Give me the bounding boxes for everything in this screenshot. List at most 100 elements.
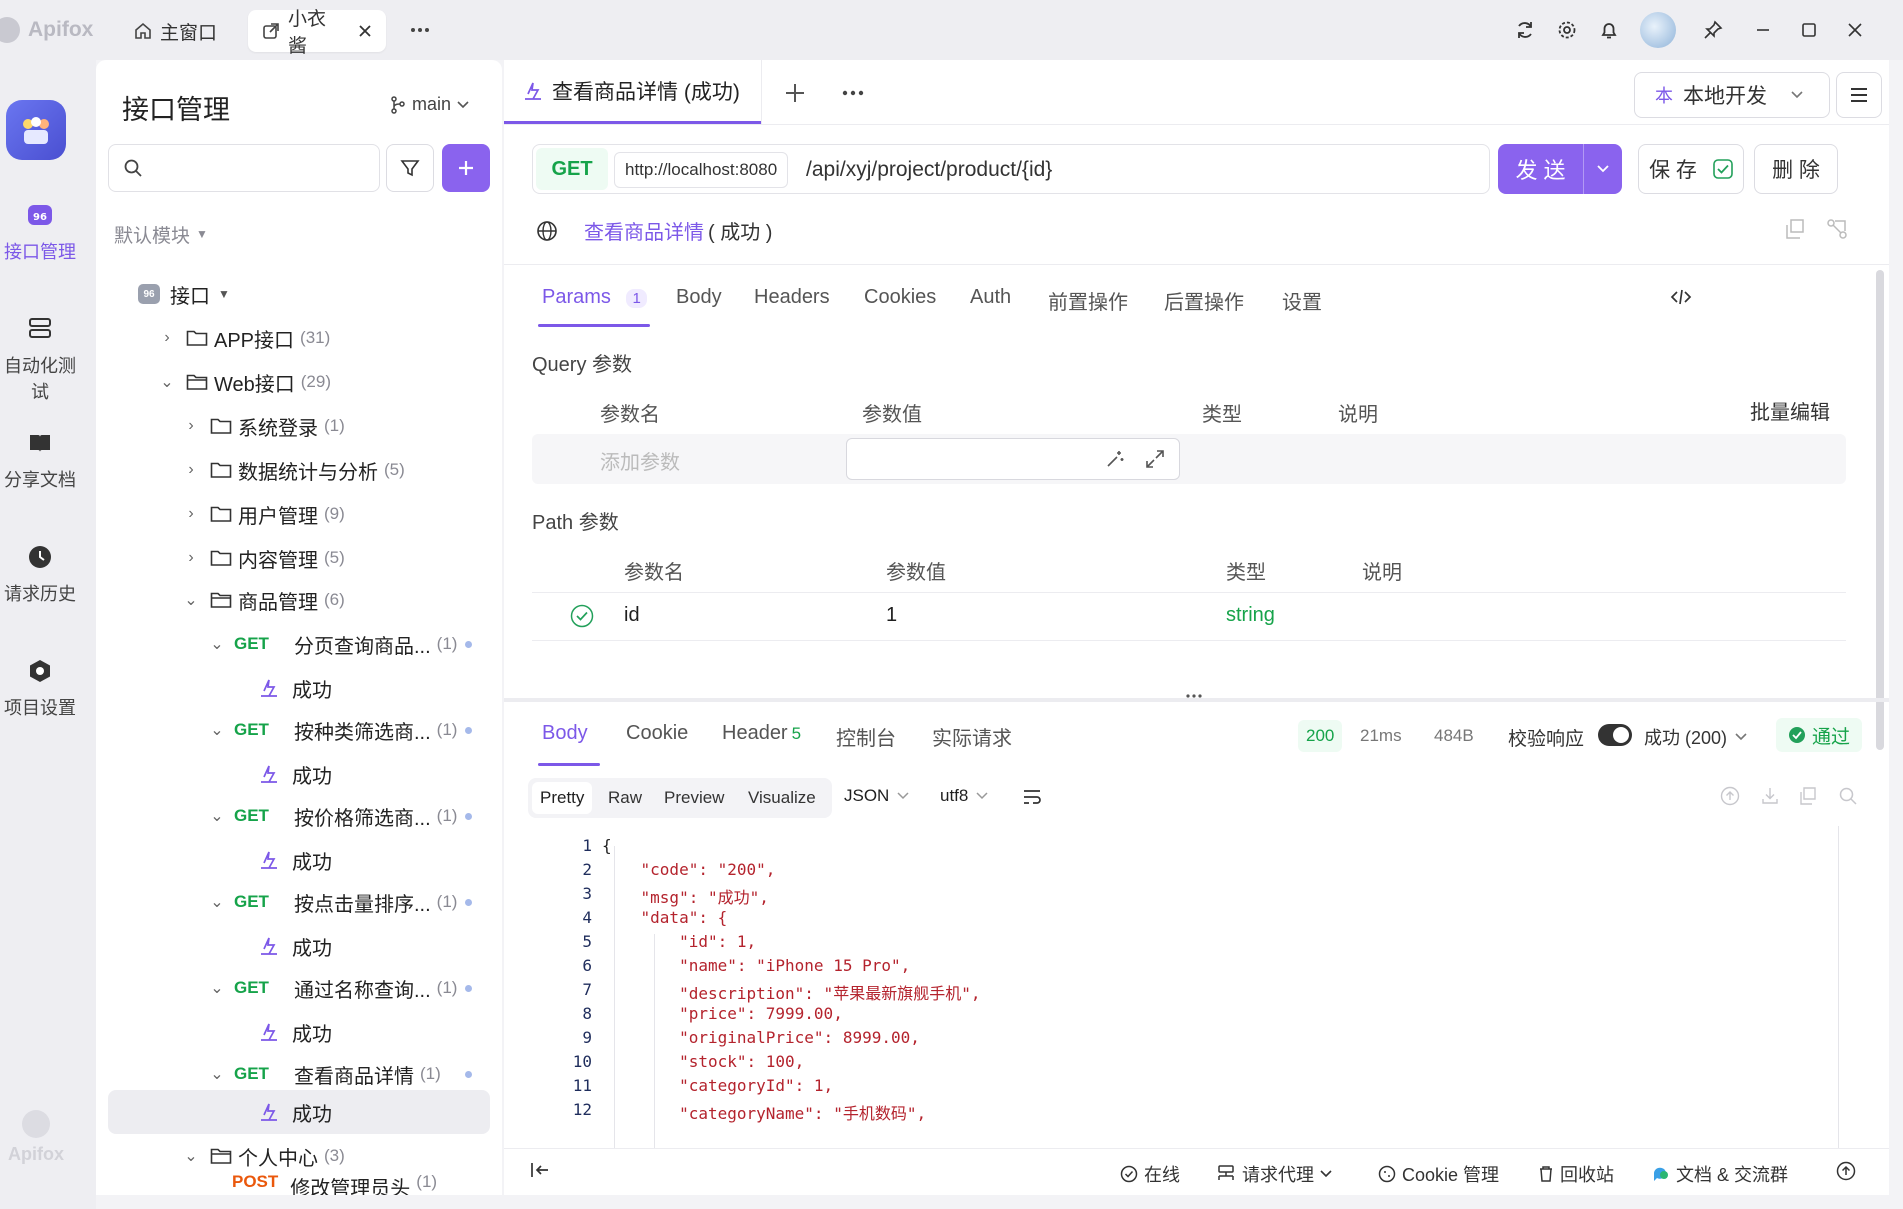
tree-folder[interactable]: › 数据统计与分析 (5) — [182, 450, 404, 490]
base-url-chip[interactable]: http://localhost:8080 — [614, 152, 789, 188]
environment-selector[interactable]: 本 本地开发 — [1634, 72, 1830, 118]
online-status[interactable]: 在线 — [1120, 1161, 1180, 1187]
window-tab-project[interactable]: 小衣酱 — [248, 9, 386, 57]
window-close-icon[interactable] — [1832, 22, 1878, 38]
tree-folder[interactable]: ⌄ Web接口 (29) — [158, 362, 331, 402]
resp-tab-console[interactable]: 控制台 — [836, 722, 896, 751]
code-icon[interactable] — [1670, 288, 1692, 306]
method-select[interactable]: GET — [536, 148, 608, 190]
add-tab-icon[interactable] — [782, 80, 808, 106]
wrap-lines-icon[interactable] — [1022, 788, 1042, 806]
bulk-edit-button[interactable]: 批量编辑 — [1750, 396, 1830, 425]
sync-icon[interactable] — [1504, 20, 1546, 40]
search-input[interactable] — [151, 157, 351, 179]
add-button[interactable] — [442, 144, 490, 192]
bell-icon[interactable] — [1588, 20, 1630, 40]
upload-icon[interactable] — [1720, 786, 1740, 806]
more-tabs-icon[interactable] — [408, 20, 432, 40]
encoding-select[interactable]: utf8 — [940, 786, 988, 806]
tab-settings[interactable]: 设置 — [1282, 286, 1322, 315]
settings-gear-icon[interactable] — [1546, 20, 1588, 40]
collapse-sidebar-icon[interactable] — [530, 1161, 550, 1179]
search-icon[interactable] — [1838, 786, 1858, 806]
expand-icon[interactable] — [1145, 449, 1165, 469]
tree-endpoint[interactable]: ⌄ GET 分页查询商品... (1) — [208, 624, 488, 664]
drag-handle-icon[interactable] — [1186, 694, 1202, 698]
view-visualize[interactable]: Visualize — [748, 788, 816, 808]
filter-button[interactable] — [386, 144, 434, 192]
docs-community[interactable]: 文档 & 交流群 — [1652, 1161, 1788, 1187]
response-code-viewer[interactable]: 1{ 2 "code": "200", 3 "msg": "成功", 4 "da… — [528, 836, 1844, 1182]
view-pretty[interactable]: Pretty — [532, 782, 593, 814]
tab-post-processors[interactable]: 后置操作 — [1164, 286, 1244, 315]
minimize-icon[interactable] — [1740, 22, 1786, 38]
rail-item-api-management[interactable]: 96 接口管理 — [0, 200, 80, 264]
tree-case[interactable]: 成功 — [258, 926, 332, 966]
tree-case[interactable]: 成功 — [258, 1012, 332, 1052]
rail-item-share-docs[interactable]: 分享文档 — [0, 428, 80, 492]
tree-case[interactable]: 成功 — [258, 840, 332, 880]
tree-endpoint[interactable]: ⌄ GET 按种类筛选商... (1) — [208, 710, 488, 750]
delete-button[interactable]: 删 除 — [1754, 144, 1838, 194]
rail-item-history[interactable]: 请求历史 — [0, 542, 80, 606]
tree-folder[interactable]: › 内容管理 (5) — [182, 538, 344, 578]
code-scrollbar-track[interactable] — [1838, 826, 1839, 1182]
endpoint-doc-link[interactable]: 查看商品详情 — [584, 222, 704, 244]
validate-select[interactable]: 成功 (200) — [1644, 724, 1747, 750]
avatar[interactable] — [1630, 12, 1686, 48]
send-button[interactable]: 发 送 — [1498, 144, 1584, 194]
resp-tab-cookie[interactable]: Cookie — [626, 722, 688, 745]
maximize-icon[interactable] — [1786, 22, 1832, 38]
path-param-type[interactable]: string — [1226, 604, 1275, 627]
globe-icon[interactable] — [536, 220, 558, 242]
tree-endpoint[interactable]: ⌄ GET 按价格筛选商... (1) — [208, 796, 488, 836]
view-raw[interactable]: Raw — [608, 788, 642, 808]
send-dropdown-button[interactable] — [1584, 144, 1622, 194]
tree-folder[interactable]: ⌄ 个人中心 (3) — [182, 1136, 344, 1176]
request-tab-active[interactable]: 查看商品详情 (成功) — [504, 60, 761, 124]
window-tab-home[interactable]: 主窗口 — [120, 10, 231, 52]
magic-wand-icon[interactable] — [1105, 449, 1125, 469]
tab-body[interactable]: Body — [676, 286, 722, 309]
tree-folder[interactable]: ⌄ 商品管理 (6) — [182, 580, 344, 620]
download-icon[interactable] — [1760, 786, 1780, 806]
recycle-bin[interactable]: 回收站 — [1538, 1161, 1614, 1187]
close-icon[interactable] — [358, 24, 372, 38]
path-param-name[interactable]: id — [624, 604, 640, 627]
scroll-to-top-icon[interactable] — [1836, 1161, 1856, 1181]
tree-endpoint[interactable]: ⌄ GET 通过名称查询... (1) — [208, 968, 488, 1008]
tree-case[interactable]: 成功 — [258, 754, 332, 794]
tab-cookies[interactable]: Cookies — [864, 286, 936, 309]
tab-pre-processors[interactable]: 前置操作 — [1048, 286, 1128, 315]
tab-params[interactable]: Params 1 — [542, 286, 647, 309]
tree-endpoint-partial[interactable]: POST 修改管理员头 (1) — [232, 1172, 437, 1195]
module-selector[interactable]: 默认模块 ▼ — [114, 214, 208, 254]
tree-endpoint[interactable]: ⌄ GET 按点击量排序... (1) — [208, 882, 488, 922]
validate-toggle[interactable] — [1598, 724, 1632, 746]
search-box[interactable] — [108, 144, 380, 192]
tree-folder[interactable]: › APP接口 (31) — [158, 318, 330, 358]
tree-folder[interactable]: › 用户管理 (9) — [182, 494, 344, 534]
path-input[interactable] — [806, 154, 1466, 186]
resp-tab-header[interactable]: Header 5 — [722, 722, 801, 745]
copy-icon[interactable] — [1798, 786, 1818, 806]
resp-tab-body[interactable]: Body — [542, 722, 588, 745]
project-avatar[interactable] — [6, 100, 66, 160]
copy-icon[interactable] — [1784, 218, 1806, 240]
add-param-input[interactable]: 添加参数 — [600, 446, 680, 475]
format-select[interactable]: JSON — [844, 786, 909, 806]
share-link-icon[interactable] — [1826, 218, 1848, 240]
menu-button[interactable] — [1836, 72, 1882, 118]
tree-case[interactable]: 成功 — [258, 668, 332, 708]
request-proxy[interactable]: 请求代理 — [1216, 1161, 1332, 1187]
tree-folder[interactable]: › 系统登录 (1) — [182, 406, 344, 446]
view-preview[interactable]: Preview — [664, 788, 724, 808]
panel-splitter[interactable] — [504, 698, 1889, 702]
tree-case-selected[interactable]: 成功 — [258, 1092, 332, 1132]
check-circle-icon[interactable] — [570, 604, 594, 628]
tab-auth[interactable]: Auth — [970, 286, 1011, 309]
branch-selector[interactable]: main — [390, 94, 469, 115]
path-param-value[interactable]: 1 — [886, 604, 897, 627]
rail-item-project-settings[interactable]: 项目设置 — [0, 656, 80, 720]
rail-item-automation[interactable]: 自动化测试 — [0, 314, 80, 404]
